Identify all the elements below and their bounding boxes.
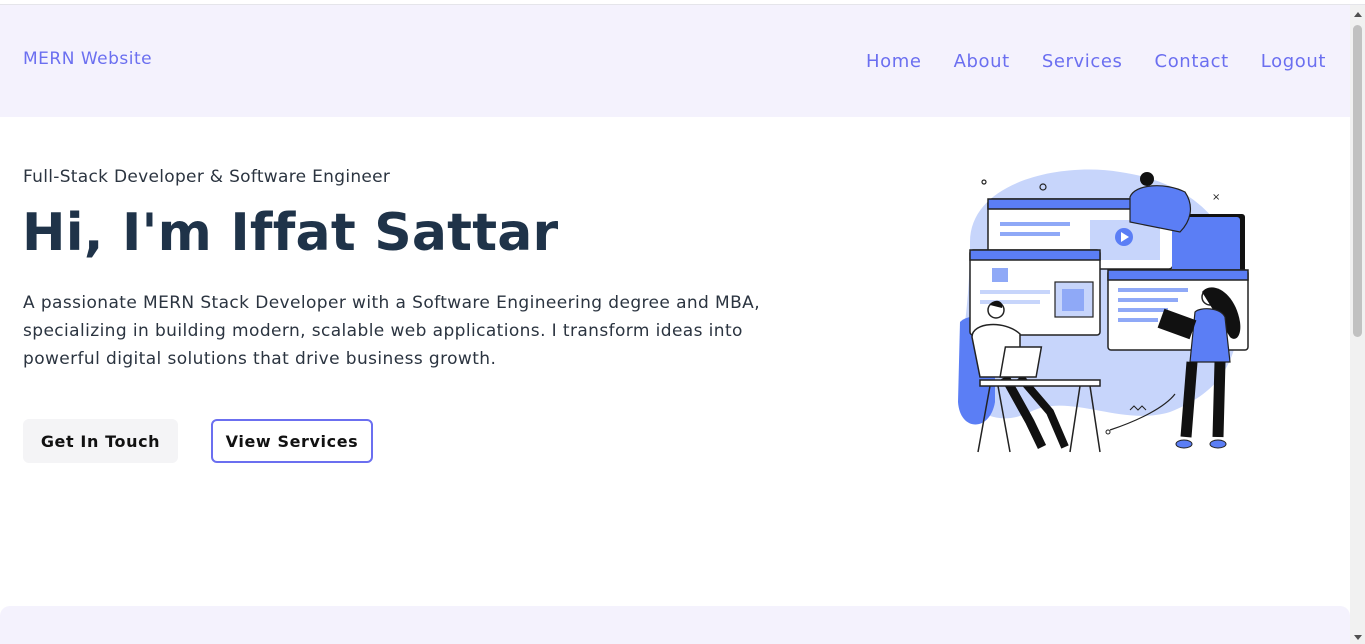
nav-link-home[interactable]: Home [866,51,922,72]
next-section [0,606,1350,644]
nav-link-logout[interactable]: Logout [1261,51,1326,72]
hero-title: Hi, I'm Iffat Sattar [22,203,559,263]
brand-logo[interactable]: MERN Website [23,49,152,69]
nav-link-services[interactable]: Services [1042,51,1123,72]
developer-illustration: × [958,169,1249,453]
hero-subtitle: Full-Stack Developer & Software Engineer [23,167,391,187]
view-services-button[interactable]: View Services [211,419,373,463]
scroll-down-icon[interactable] [1354,635,1362,640]
nav-link-about[interactable]: About [954,51,1010,72]
nav-links: Home About Services Contact Logout [866,51,1326,72]
get-in-touch-button[interactable]: Get In Touch [23,419,178,463]
hero-section: Full-Stack Developer & Software Engineer… [0,117,1350,607]
svg-text:×: × [1212,192,1220,203]
hero-description: A passionate MERN Stack Developer with a… [23,293,761,369]
scroll-up-icon[interactable] [1354,12,1362,17]
scrollbar[interactable] [1350,5,1365,644]
scrollbar-thumb[interactable] [1353,25,1362,337]
navbar: MERN Website Home About Services Contact… [0,5,1350,117]
nav-link-contact[interactable]: Contact [1155,51,1229,72]
